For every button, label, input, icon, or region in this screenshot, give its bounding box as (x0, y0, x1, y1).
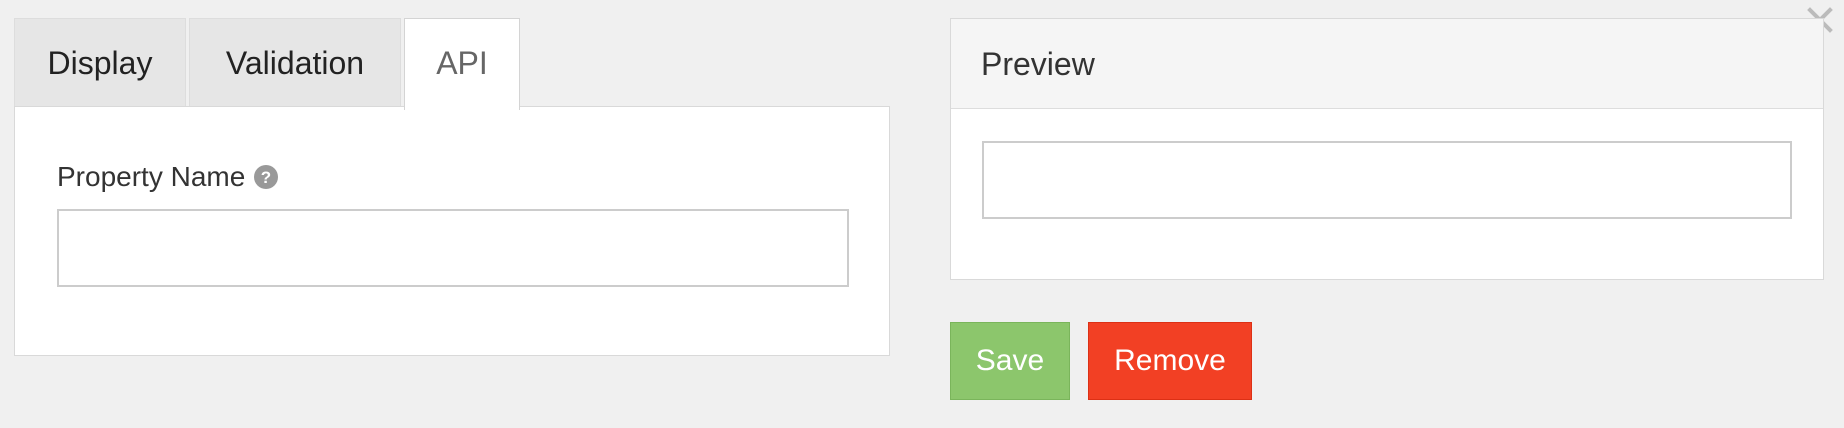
remove-button[interactable]: Remove (1088, 322, 1252, 400)
api-tab-panel: Property Name ? (14, 106, 890, 356)
preview-title: Preview (951, 19, 1823, 109)
property-name-label: Property Name (57, 161, 246, 192)
preview-input[interactable] (982, 141, 1792, 219)
tab-bar: Display Validation API (14, 18, 890, 110)
question-circle-icon[interactable]: ? (253, 164, 279, 190)
property-name-input[interactable] (57, 209, 849, 287)
tab-validation[interactable]: Validation (189, 18, 401, 106)
tab-api[interactable]: API (404, 18, 520, 110)
preview-panel: Preview (950, 18, 1824, 280)
tab-display[interactable]: Display (14, 18, 186, 106)
property-name-label-row: Property Name ? (57, 157, 279, 197)
svg-text:?: ? (261, 168, 271, 187)
save-button[interactable]: Save (950, 322, 1070, 400)
